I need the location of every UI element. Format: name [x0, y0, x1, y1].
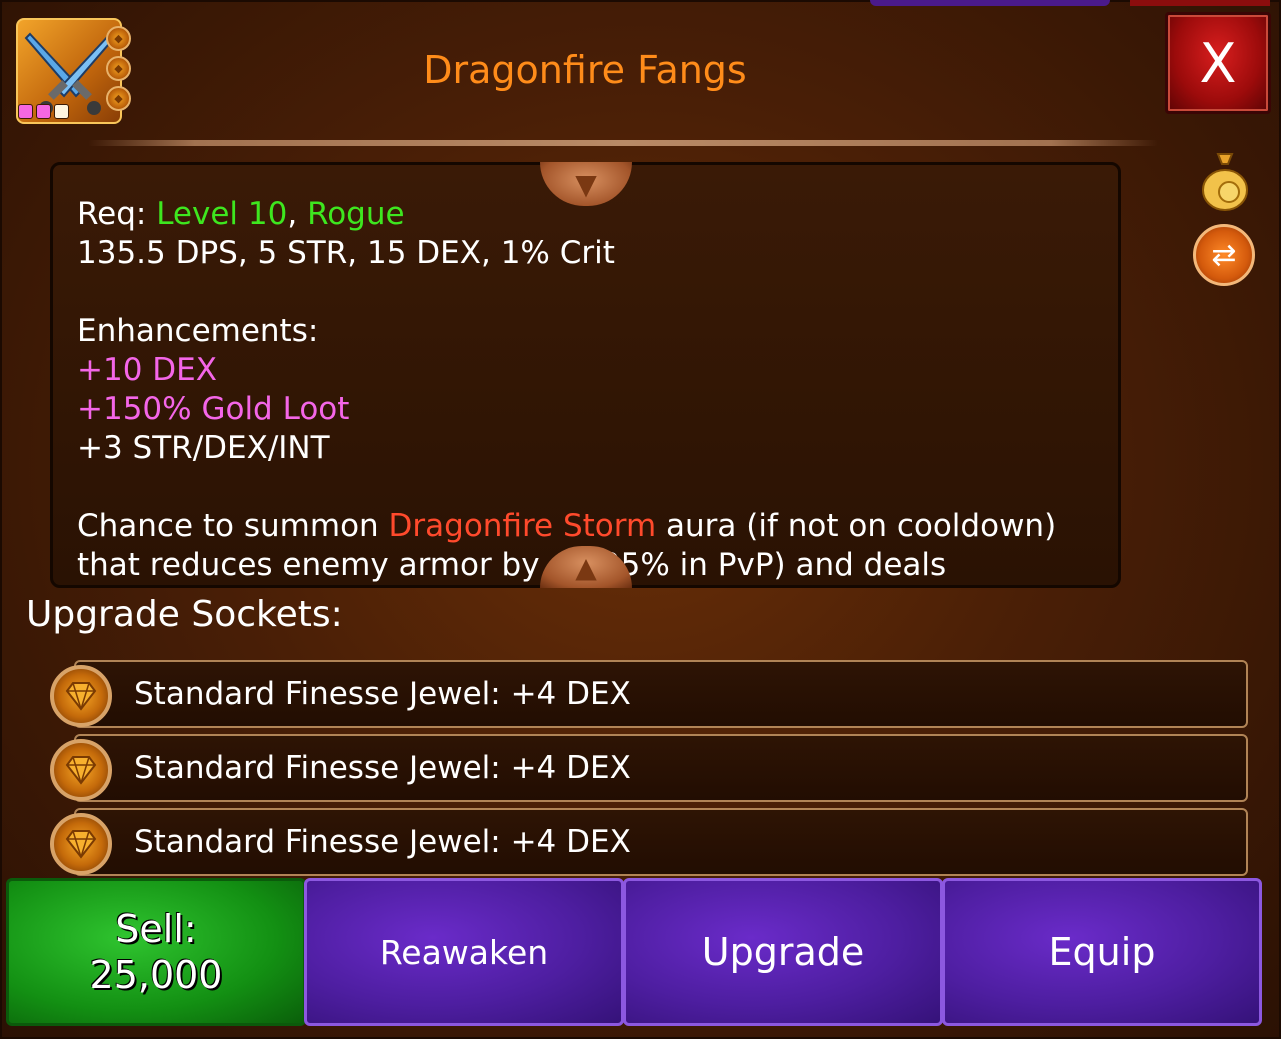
- sell-price: 25,000: [89, 953, 223, 997]
- aura-suffix: aura (if not on cooldown): [656, 508, 1057, 544]
- rarity-pip: [54, 104, 69, 119]
- upgrade-button[interactable]: Upgrade: [623, 878, 943, 1026]
- socket-row[interactable]: Standard Finesse Jewel: +4 DEX: [74, 808, 1248, 876]
- enhancement-line: +10 DEX: [77, 352, 217, 388]
- aura-prefix: Chance to summon: [77, 508, 389, 544]
- sell-button-text: Sell: 25,000: [90, 906, 223, 998]
- equip-button[interactable]: Equip: [942, 878, 1262, 1026]
- upgrade-sockets-title: Upgrade Sockets:: [26, 594, 343, 635]
- item-description: Req: Level 10, Rogue 135.5 DPS, 5 STR, 1…: [77, 195, 1098, 585]
- jewel-icon: [50, 739, 112, 801]
- jewel-icon: [50, 813, 112, 875]
- socket-label: Standard Finesse Jewel: +4 DEX: [134, 824, 631, 860]
- gold-bag-icon[interactable]: [1200, 150, 1250, 212]
- socket-gem-icon: ◆: [106, 86, 131, 111]
- aura-name: Dragonfire Storm: [388, 508, 657, 544]
- socket-gem-icon: ◆: [106, 26, 131, 51]
- socket-row[interactable]: Standard Finesse Jewel: +4 DEX: [74, 734, 1248, 802]
- socket-label: Standard Finesse Jewel: +4 DEX: [134, 750, 631, 786]
- item-socket-indicators: ◆ ◆ ◆: [106, 26, 131, 111]
- req-class: Rogue: [307, 196, 405, 232]
- stats-line: 135.5 DPS, 5 STR, 15 DEX, 1% Crit: [77, 235, 615, 271]
- jewel-icon: [50, 665, 112, 727]
- chevron-up-icon: ▲: [575, 550, 597, 584]
- close-button[interactable]: X: [1165, 12, 1271, 114]
- rarity-pip: [36, 104, 51, 119]
- rarity-pip: [18, 104, 33, 119]
- enhancements-header: Enhancements:: [77, 313, 319, 349]
- aura-line: Chance to summon Dragonfire Storm aura (…: [77, 507, 1098, 546]
- item-title: Dragonfire Fangs: [423, 48, 747, 92]
- background-tab-edge: [870, 0, 1110, 6]
- swap-icon[interactable]: ⇄: [1193, 224, 1255, 286]
- req-level: Level 10: [156, 196, 288, 232]
- req-prefix: Req:: [77, 196, 157, 232]
- sell-button[interactable]: Sell: 25,000: [6, 878, 306, 1026]
- enhancement-line: +150% Gold Loot: [77, 391, 350, 427]
- chevron-down-icon: ▼: [575, 167, 597, 201]
- item-description-box[interactable]: Req: Level 10, Rogue 135.5 DPS, 5 STR, 1…: [50, 162, 1121, 588]
- reawaken-button[interactable]: Reawaken: [304, 878, 624, 1026]
- rarity-pips: [18, 104, 69, 119]
- title-divider: [88, 140, 1158, 146]
- enhancement-line: +3 STR/DEX/INT: [77, 430, 330, 466]
- socket-gem-icon: ◆: [106, 56, 131, 81]
- req-separator: ,: [287, 196, 308, 232]
- socket-label: Standard Finesse Jewel: +4 DEX: [134, 676, 631, 712]
- socket-row[interactable]: Standard Finesse Jewel: +4 DEX: [74, 660, 1248, 728]
- sell-label: Sell:: [115, 907, 197, 951]
- background-tab-edge-red: [1130, 0, 1270, 6]
